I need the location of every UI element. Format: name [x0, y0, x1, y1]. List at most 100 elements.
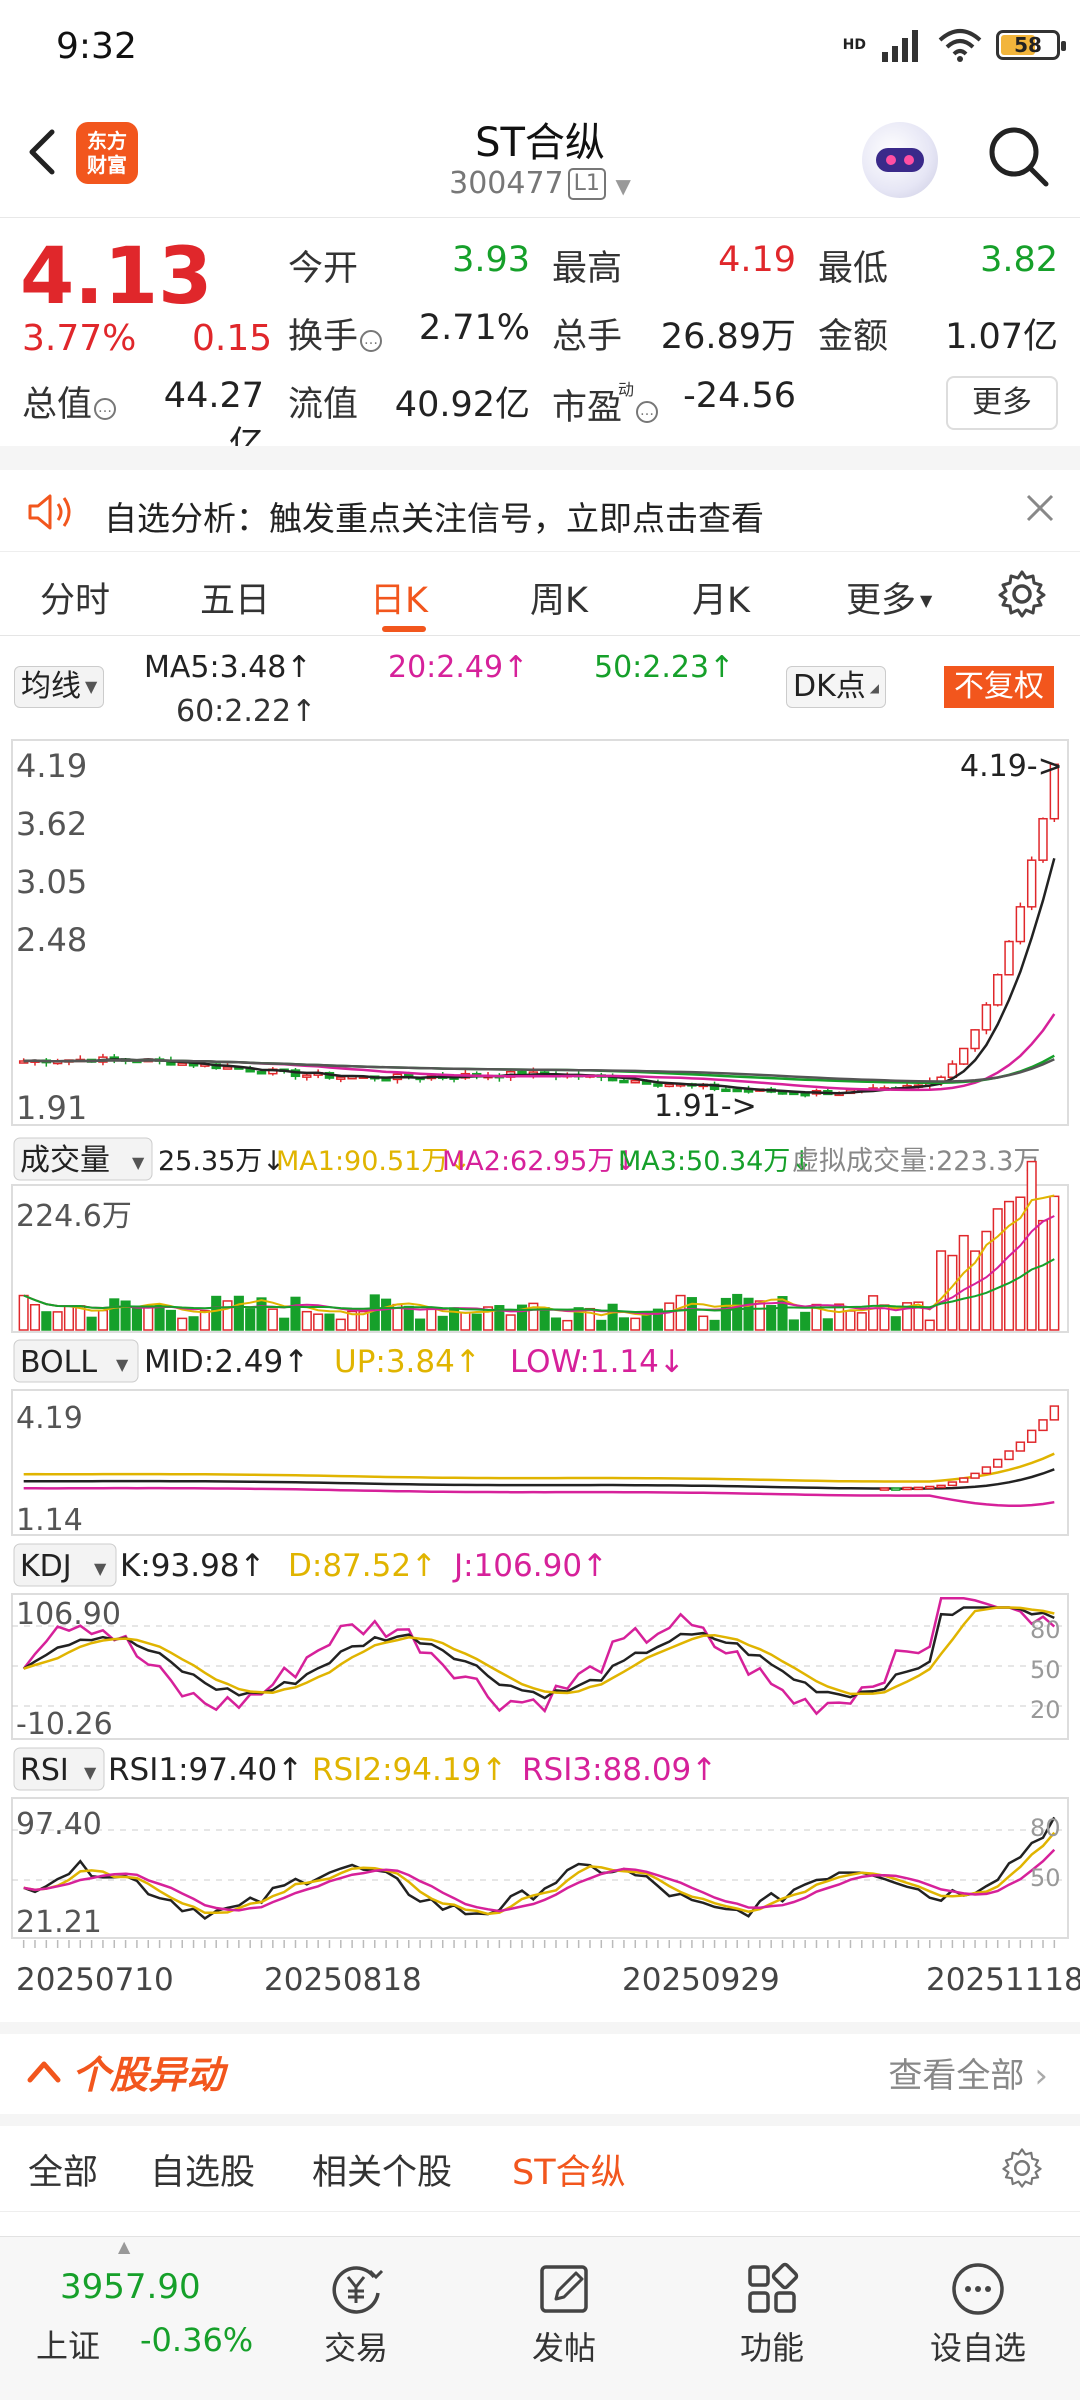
rsi-lines [23, 1816, 1056, 1920]
battery-level: 58 [1014, 33, 1042, 57]
section-divider [0, 446, 1080, 470]
dk-point-toggle[interactable]: DK点 ◢ [786, 666, 887, 708]
min-price-marker: 1.91-> [654, 1089, 757, 1124]
subtab-current-stock[interactable]: ST合纵 [512, 2144, 626, 2195]
tab-daily-k[interactable]: 日K [370, 572, 428, 623]
volume-value: 26.89万 [660, 317, 796, 357]
volume-bar [199, 1310, 210, 1331]
close-icon[interactable] [1022, 490, 1058, 526]
rsi-level-label: 50 [1030, 1864, 1061, 1892]
volume-bar [143, 1306, 154, 1331]
boll-candle [1015, 1441, 1026, 1452]
nav-trade[interactable]: 交易 [286, 2259, 426, 2369]
stock-header: 东方 财富 ST合纵 300477 L1 ▼ [0, 100, 1080, 218]
stock-movers-header[interactable]: 个股异动 查看全部 › [0, 2032, 1080, 2114]
tab-monthly-k[interactable]: 月K [692, 572, 750, 623]
candle [222, 1066, 233, 1070]
boll-candle [981, 1466, 992, 1475]
tab-intraday[interactable]: 分时 [40, 572, 110, 623]
boll-candle [913, 1486, 924, 1491]
x-date-label: 20251118 [926, 1962, 1080, 1998]
boll-candle [936, 1484, 946, 1489]
kdj-k: K:93.98↑ [120, 1548, 266, 1584]
volume-ma2: MA2:62.95万↓ [442, 1146, 637, 1177]
apps-grid-icon [748, 2262, 799, 2313]
volume-bar [947, 1254, 958, 1331]
movers-title: 个股异动 [72, 2053, 225, 2097]
tab-weekly-k[interactable]: 周K [530, 572, 588, 623]
search-icon[interactable] [984, 122, 1054, 192]
indicator-selector-ma[interactable]: 均线 ▼ [14, 666, 105, 708]
mktcap-label[interactable]: 总值… [22, 376, 117, 427]
chevron-down-icon: ▼ [132, 1153, 145, 1172]
nav-add-watchlist[interactable]: 设自选 [908, 2259, 1048, 2369]
volume-bar [698, 1315, 709, 1331]
low-label: 最低 [818, 249, 889, 289]
candle [1004, 940, 1014, 976]
index-name: 上证 [36, 2327, 101, 2365]
kdj-selector-label: KDJ [20, 1549, 72, 1584]
volume-bar [856, 1312, 867, 1331]
boll-candle [970, 1472, 980, 1479]
kdj-top-label: 106.90 [16, 1597, 121, 1632]
pe-value: -24.56 [683, 376, 796, 416]
alert-banner[interactable]: 自选分析：触发重点关注信号，立即点击查看 [0, 470, 1080, 552]
volume-bar [550, 1317, 562, 1331]
volume-bar [539, 1307, 550, 1331]
volume-bar [845, 1310, 856, 1331]
kdj-bottom-label: -10.26 [16, 1707, 113, 1742]
boll-candle [879, 1487, 890, 1491]
nav-functions[interactable]: 功能 [702, 2259, 842, 2369]
subtab-all[interactable]: 全部 [28, 2144, 98, 2195]
rsi-selector-label: RSI [20, 1753, 69, 1788]
volume-value: 25.35万↓ [158, 1146, 285, 1177]
tab-more[interactable]: 更多 ▼ [846, 572, 932, 623]
nav-post[interactable]: 发帖 [494, 2259, 634, 2369]
kdj-legend: KDJ ▼ K:93.98↑ D:87.52↑ J:106.90↑ [13, 1543, 608, 1587]
turnover-label[interactable]: 换手… [288, 308, 383, 359]
tab-five-day[interactable]: 五日 [200, 572, 270, 623]
robot-assistant-icon[interactable] [862, 122, 938, 198]
network-hd-label: HD [842, 37, 866, 53]
nav-add-watchlist-label: 设自选 [929, 2329, 1026, 2367]
change-amount: 0.15 [192, 318, 273, 359]
wifi-icon [938, 29, 982, 62]
candle [177, 1062, 187, 1066]
kdj-j: J:106.90↑ [452, 1548, 608, 1584]
chart-area[interactable]: 4.19 3.62 3.05 2.48 1.91 4.19-> 1.91-> 成… [0, 720, 1080, 2020]
volume-bar [958, 1234, 969, 1331]
pe-label[interactable]: 市盈动… [552, 376, 659, 430]
subtab-related[interactable]: 相关个股 [312, 2144, 452, 2195]
boll-low: LOW:1.14↓ [510, 1344, 685, 1380]
more-button[interactable]: 更多 [946, 376, 1058, 430]
volume-bar [732, 1293, 743, 1331]
gear-icon[interactable] [1000, 2146, 1044, 2190]
candle [256, 1070, 267, 1075]
volume-bar [664, 1302, 675, 1331]
volume-bar [369, 1294, 380, 1331]
volume-bar [596, 1319, 607, 1331]
rsi-frame [11, 1797, 1069, 1939]
see-all-link[interactable]: 查看全部 › [888, 2048, 1048, 2097]
nav-trade-label: 交易 [323, 2329, 388, 2367]
volume-bar [211, 1295, 222, 1331]
battery-icon: 58 [996, 30, 1066, 60]
candle [336, 1076, 346, 1080]
x-date-label: 20250929 [622, 1962, 780, 1998]
gear-icon[interactable] [996, 568, 1048, 620]
volume-bar [562, 1319, 573, 1331]
candle [619, 1079, 629, 1084]
adjust-button[interactable]: 不复权 [944, 666, 1054, 708]
subtab-watchlist[interactable]: 自选股 [150, 2144, 255, 2195]
active-tab-indicator [382, 626, 426, 632]
volume-bar [1026, 1160, 1037, 1331]
quote-panel: 4.13 3.77% 0.15 今开 3.93 最高 4.19 最低 3.82 … [0, 218, 1080, 465]
pe-sup: 动 [618, 380, 635, 399]
candle [800, 1092, 810, 1097]
rsi2-value: RSI2:94.19↑ [312, 1752, 507, 1788]
info-icon: … [636, 401, 659, 423]
boll-selector-label: BOLL [20, 1345, 97, 1380]
status-bar: 9:32 HD 58 [0, 0, 1080, 100]
volume-bar [313, 1313, 324, 1331]
volume-bar [324, 1313, 335, 1331]
